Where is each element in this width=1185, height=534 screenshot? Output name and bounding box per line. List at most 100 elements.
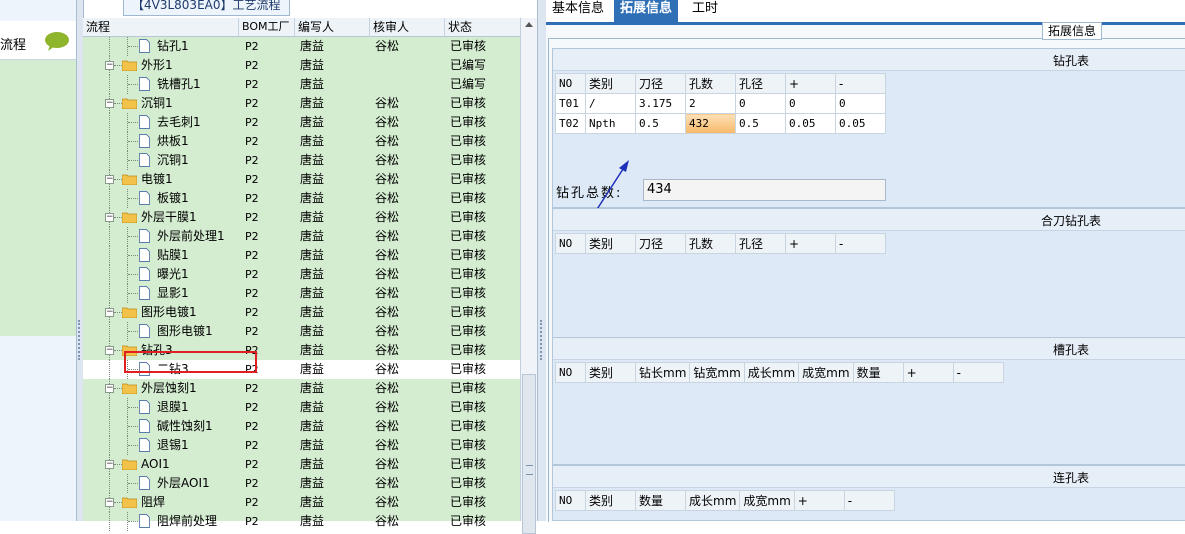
tree-row[interactable]: 阻焊前处理 P2 唐益 谷松 已审核 bbox=[83, 512, 520, 531]
linked-col-no[interactable]: NO bbox=[555, 490, 586, 511]
slot-col-plus[interactable]: + bbox=[902, 362, 954, 383]
column-header-process[interactable]: 流程 bbox=[83, 18, 239, 36]
drill-col-type[interactable]: 类别 bbox=[585, 73, 636, 94]
collapse-toggle-icon[interactable]: − bbox=[105, 384, 114, 393]
drill-col-hole-count[interactable]: 孔数 bbox=[685, 73, 736, 94]
tree-row[interactable]: 烘板1 P2 唐益 谷松 已审核 bbox=[83, 132, 520, 151]
table-row[interactable]: T02 Npth 0.5 432 0.5 0.05 0.05 bbox=[555, 113, 886, 134]
slot-col-drill-width[interactable]: 钻宽mm bbox=[689, 362, 745, 383]
collapse-toggle-icon[interactable]: − bbox=[105, 99, 114, 108]
cell-minus[interactable]: 0.05 bbox=[835, 113, 886, 134]
combined-col-type[interactable]: 类别 bbox=[585, 233, 636, 254]
tree-row[interactable]: 曝光1 P2 唐益 谷松 已审核 bbox=[83, 265, 520, 284]
drill-col-hole-diameter[interactable]: 孔径 bbox=[735, 73, 786, 94]
collapse-toggle-icon[interactable]: − bbox=[105, 498, 114, 507]
tree-row[interactable]: 钻孔1 P2 唐益 谷松 已审核 bbox=[83, 37, 520, 56]
total-drill-count-field[interactable]: 434 bbox=[643, 179, 886, 201]
tree-row[interactable]: 图形电镀1 P2 唐益 谷松 已审核 bbox=[83, 322, 520, 341]
author-cell: 唐益 bbox=[300, 229, 325, 243]
slot-col-no[interactable]: NO bbox=[555, 362, 586, 383]
tree-row[interactable]: 板镀1 P2 唐益 谷松 已审核 bbox=[83, 189, 520, 208]
tree-row[interactable]: 铣槽孔1 P2 唐益 已编写 bbox=[83, 75, 520, 94]
cell-type[interactable]: / bbox=[585, 93, 636, 114]
tree-row[interactable]: 贴膜1 P2 唐益 谷松 已审核 bbox=[83, 246, 520, 265]
combined-col-no[interactable]: NO bbox=[555, 233, 586, 254]
column-header-reviewer[interactable]: 核审人 bbox=[370, 18, 445, 36]
drill-col-no[interactable]: NO bbox=[555, 73, 586, 94]
combined-col-hole-diameter[interactable]: 孔径 bbox=[735, 233, 786, 254]
slot-col-final-length[interactable]: 成长mm bbox=[743, 362, 800, 383]
tree-row[interactable]: − 外层干膜1 P2 唐益 谷松 已审核 bbox=[83, 208, 520, 227]
tab-extended-info[interactable]: 拓展信息 bbox=[614, 0, 679, 22]
column-header-bom[interactable]: BOM工厂 bbox=[239, 18, 295, 36]
scroll-up-arrow-icon[interactable] bbox=[525, 22, 533, 27]
nav-item-process[interactable]: 流程 bbox=[0, 21, 76, 60]
slot-col-drill-length[interactable]: 钻长mm bbox=[634, 362, 691, 383]
tree-row[interactable]: 退锡1 P2 唐益 谷松 已审核 bbox=[83, 436, 520, 455]
tree-guide-line bbox=[109, 360, 110, 379]
drill-col-plus[interactable]: + bbox=[785, 73, 836, 94]
column-header-author[interactable]: 编写人 bbox=[295, 18, 370, 36]
cell-plus[interactable]: 0.05 bbox=[785, 113, 836, 134]
tree-row[interactable]: − AOI1 P2 唐益 谷松 已审核 bbox=[83, 455, 520, 474]
cell-no[interactable]: T02 bbox=[555, 113, 586, 134]
tree-row[interactable]: − 阻焊 P2 唐益 谷松 已审核 bbox=[83, 493, 520, 512]
drill-col-minus[interactable]: - bbox=[835, 73, 886, 94]
cell-hole-count[interactable]: 2 bbox=[685, 93, 736, 114]
combined-col-hole-count[interactable]: 孔数 bbox=[685, 233, 736, 254]
tree-row[interactable]: − 沉铜1 P2 唐益 谷松 已审核 bbox=[83, 94, 520, 113]
cell-hole-diameter[interactable]: 0.5 bbox=[735, 113, 786, 134]
tree-row[interactable]: − 图形电镀1 P2 唐益 谷松 已审核 bbox=[83, 303, 520, 322]
tree-row[interactable]: − 外形1 P2 唐益 已编写 bbox=[83, 56, 520, 75]
folder-icon bbox=[122, 98, 137, 109]
collapse-toggle-icon[interactable]: − bbox=[105, 175, 114, 184]
tree-row[interactable]: 外层AOI1 P2 唐益 谷松 已审核 bbox=[83, 474, 520, 493]
collapse-toggle-icon[interactable]: − bbox=[105, 213, 114, 222]
cell-tool-diameter[interactable]: 0.5 bbox=[635, 113, 686, 134]
reviewer-cell: 谷松 bbox=[375, 248, 400, 262]
cell-no[interactable]: T01 bbox=[555, 93, 586, 114]
tree-row[interactable]: 外层前处理1 P2 唐益 谷松 已审核 bbox=[83, 227, 520, 246]
slot-col-type[interactable]: 类别 bbox=[585, 362, 636, 383]
combined-col-plus[interactable]: + bbox=[785, 233, 836, 254]
cell-tool-diameter[interactable]: 3.175 bbox=[635, 93, 686, 114]
tree-guide-line bbox=[109, 246, 110, 265]
tree-row[interactable]: 显影1 P2 唐益 谷松 已审核 bbox=[83, 284, 520, 303]
collapse-toggle-icon[interactable]: − bbox=[105, 308, 114, 317]
slot-col-minus[interactable]: - bbox=[952, 362, 1004, 383]
tree-row[interactable]: − 外层蚀刻1 P2 唐益 谷松 已审核 bbox=[83, 379, 520, 398]
drill-col-tool-diameter[interactable]: 刀径 bbox=[635, 73, 686, 94]
cell-plus[interactable]: 0 bbox=[785, 93, 836, 114]
linked-col-quantity[interactable]: 数量 bbox=[635, 490, 686, 511]
slot-col-final-width[interactable]: 成宽mm bbox=[798, 362, 854, 383]
tab-work-hours[interactable]: 工时 bbox=[686, 0, 724, 22]
combined-col-tool-diameter[interactable]: 刀径 bbox=[635, 233, 686, 254]
collapse-toggle-icon[interactable]: − bbox=[105, 460, 114, 469]
status-cell: 已审核 bbox=[450, 438, 487, 452]
linked-col-final-width[interactable]: 成宽mm bbox=[739, 490, 795, 511]
tree-row[interactable]: 去毛刺1 P2 唐益 谷松 已审核 bbox=[83, 113, 520, 132]
linked-col-minus[interactable]: - bbox=[843, 490, 895, 511]
linked-col-final-length[interactable]: 成长mm bbox=[684, 490, 741, 511]
cell-type[interactable]: Npth bbox=[585, 113, 636, 134]
slot-col-quantity[interactable]: 数量 bbox=[852, 362, 904, 383]
linked-col-plus[interactable]: + bbox=[793, 490, 845, 511]
status-cell: 已审核 bbox=[450, 115, 487, 129]
cell-hole-diameter[interactable]: 0 bbox=[735, 93, 786, 114]
cell-hole-count[interactable]: 432 bbox=[685, 113, 736, 134]
combined-col-minus[interactable]: - bbox=[835, 233, 886, 254]
cell-minus[interactable]: 0 bbox=[835, 93, 886, 114]
tree-vertical-scrollbar[interactable] bbox=[520, 18, 538, 534]
collapse-toggle-icon[interactable]: − bbox=[105, 61, 114, 70]
bom-factory-cell: P2 bbox=[245, 401, 259, 414]
column-header-status[interactable]: 状态 bbox=[445, 18, 520, 36]
linked-col-type[interactable]: 类别 bbox=[585, 490, 636, 511]
tree-row[interactable]: 退膜1 P2 唐益 谷松 已审核 bbox=[83, 398, 520, 417]
tab-basic-info[interactable]: 基本信息 bbox=[546, 0, 610, 22]
scroll-thumb[interactable] bbox=[522, 374, 536, 534]
tree-row[interactable]: 碱性蚀刻1 P2 唐益 谷松 已审核 bbox=[83, 417, 520, 436]
tree-row[interactable]: 沉铜1 P2 唐益 谷松 已审核 bbox=[83, 151, 520, 170]
collapse-toggle-icon[interactable]: − bbox=[105, 346, 114, 355]
table-row[interactable]: T01 / 3.175 2 0 0 0 bbox=[555, 93, 886, 114]
tree-row[interactable]: − 电镀1 P2 唐益 谷松 已审核 bbox=[83, 170, 520, 189]
